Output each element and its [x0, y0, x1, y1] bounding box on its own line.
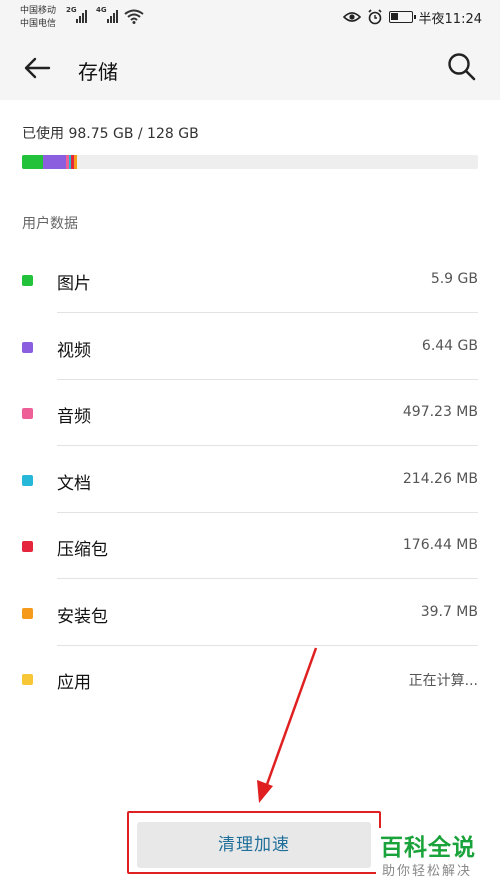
usage-segment [22, 155, 44, 169]
back-arrow-icon[interactable] [22, 53, 52, 83]
battery-icon [388, 11, 416, 23]
list-item[interactable]: 压缩包 176.44 MB [0, 513, 500, 579]
item-label: 图片 [57, 274, 91, 294]
item-label: 应用 [57, 673, 91, 693]
item-size: 5.9 GB [430, 271, 478, 287]
list-item[interactable]: 文档 214.26 MB [0, 447, 500, 513]
list-item[interactable]: 图片 5.9 GB [0, 247, 500, 313]
usage-segment [74, 155, 77, 169]
item-label: 文档 [57, 473, 91, 494]
carrier-2: 中国电信 [20, 19, 57, 29]
clean-speedup-button[interactable]: 清理加速 [137, 822, 371, 868]
item-label: 安装包 [57, 606, 108, 627]
category-color-dot [22, 607, 33, 619]
storage-usage-bar [22, 155, 478, 169]
item-size: 176.44 MB [402, 537, 478, 553]
carrier-1: 中国移动 [20, 6, 57, 16]
category-color-dot [22, 341, 33, 353]
watermark-subtitle: 助你轻松解决 [382, 864, 473, 879]
watermark-title: 百科全说 [380, 835, 476, 861]
signal-icon [76, 9, 88, 23]
signal-icon [107, 9, 119, 23]
item-label: 音频 [57, 407, 91, 427]
status-bar: 中国移动 中国电信 2G 4G 半夜11:24 [0, 0, 500, 36]
item-label: 压缩包 [57, 540, 108, 560]
page-title: 存储 [78, 60, 118, 84]
item-size: 39.7 MB [420, 603, 478, 620]
category-color-dot [22, 408, 33, 419]
section-title-user-data: 用户数据 [22, 216, 78, 232]
watermark: 百科全说 助你轻松解决 [376, 828, 498, 886]
status-time: 半夜11:24 [418, 11, 482, 27]
network-type-2: 4G [96, 6, 107, 14]
item-size: 214.26 MB [402, 470, 478, 487]
item-size: 497.23 MB [402, 404, 478, 420]
status-right: 半夜11:24 [342, 8, 482, 27]
category-color-dot [22, 474, 33, 486]
storage-used-label: 已使用 98.75 GB / 128 GB [22, 126, 199, 142]
search-icon[interactable] [446, 51, 478, 83]
list-item[interactable]: 视频 6.44 GB [0, 314, 500, 380]
list-item[interactable]: 安装包 39.7 MB [0, 580, 500, 646]
category-color-dot [22, 541, 33, 552]
item-size: 正在计算... [408, 673, 478, 689]
item-size: 6.44 GB [421, 337, 478, 354]
category-color-dot [22, 674, 33, 685]
list-item[interactable]: 音频 497.23 MB [0, 380, 500, 446]
carrier-info: 中国移动 中国电信 [20, 5, 56, 31]
wifi-icon [124, 9, 144, 24]
category-color-dot [22, 275, 33, 286]
usage-segment [43, 155, 66, 169]
item-label: 视频 [57, 340, 91, 361]
alarm-icon [367, 9, 382, 25]
eye-comfort-icon [342, 12, 361, 22]
app-bar: 存储 [0, 36, 500, 100]
list-item[interactable]: 应用 正在计算... [0, 646, 500, 712]
